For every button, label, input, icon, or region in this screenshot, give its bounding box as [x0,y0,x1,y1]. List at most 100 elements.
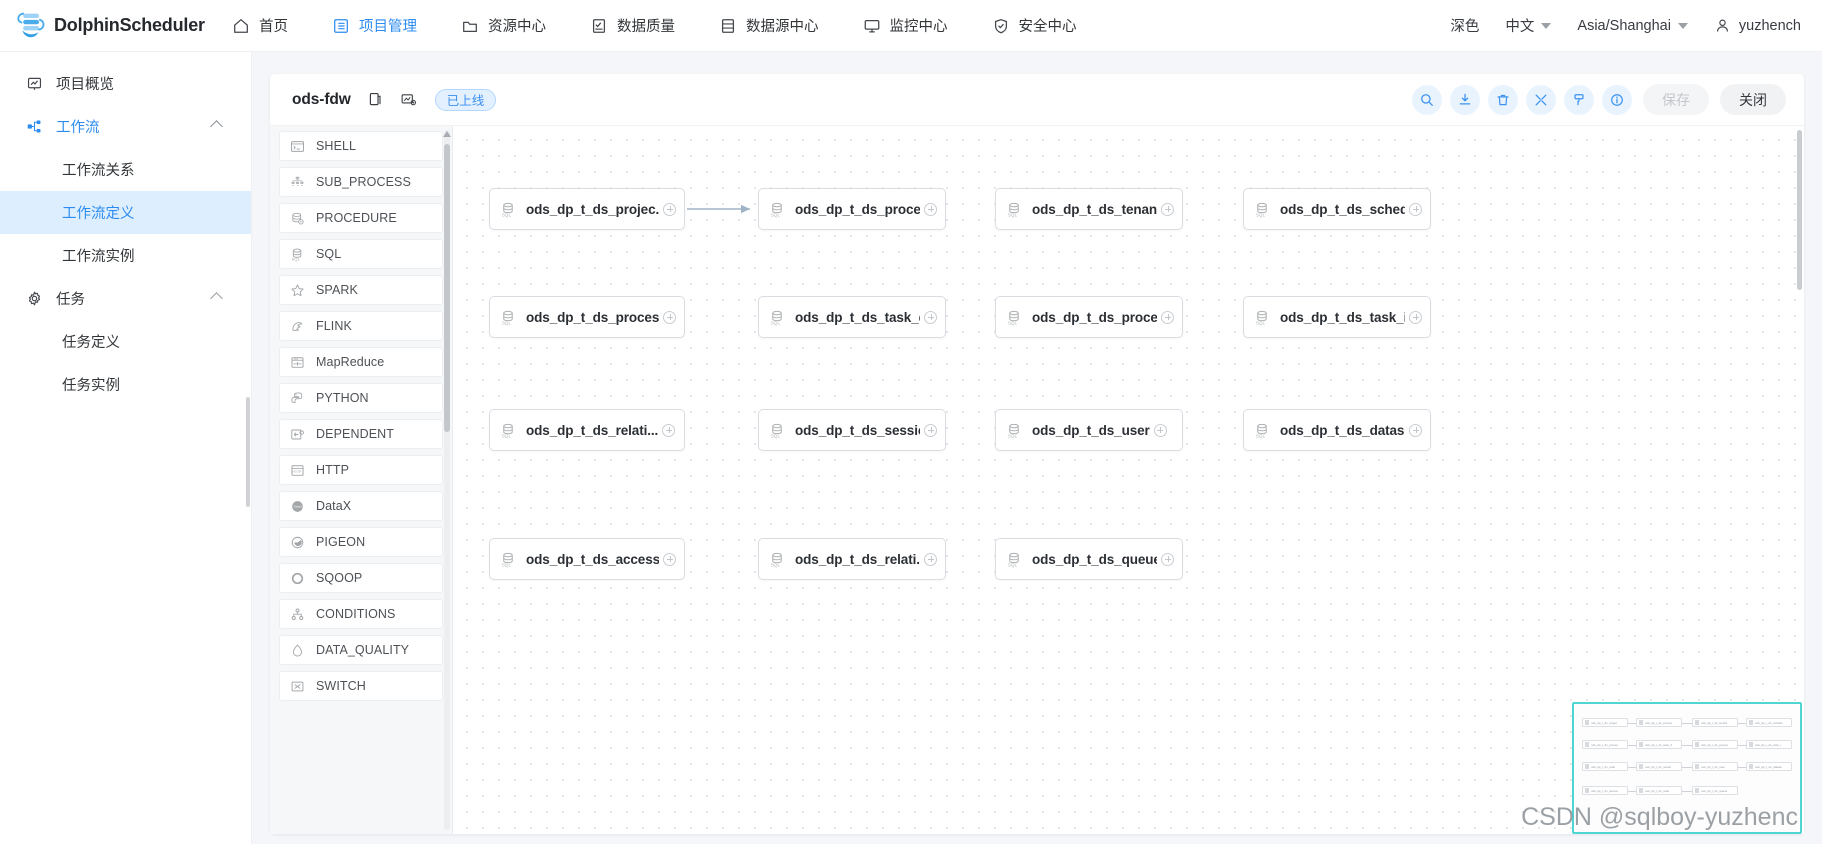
dag-node[interactable]: SQL ods_dp_t_ds_dataso. [1243,409,1431,451]
node-add-port-icon[interactable] [1409,310,1422,324]
dag-node[interactable]: SQL ods_dp_t_ds_schedu. [1243,188,1431,230]
dag-node[interactable]: SQL ods_dp_t_ds_projec. [489,188,685,230]
sidebar-item-task-definition[interactable]: 任务定义 [0,320,251,363]
task-type-python[interactable]: PYTHON [279,383,443,413]
save-button[interactable]: 保存 [1643,84,1709,115]
trash-icon[interactable] [1488,84,1518,115]
dag-node[interactable]: SQL ods_dp_t_ds_proces. [758,188,946,230]
dag-node[interactable]: SQL ods_dp_t_ds_task_i... [1243,296,1431,338]
task-type-switch[interactable]: SWITCH [279,671,443,701]
minimap-node: ods_dp_t_ds_proces [1582,740,1628,749]
nav-item-monitor[interactable]: 监控中心 [841,0,970,52]
node-add-port-icon[interactable] [1153,423,1167,437]
sidebar-item-task-instance[interactable]: 任务实例 [0,363,251,406]
sidebar-item-workflow-instance[interactable]: 工作流实例 [0,234,251,277]
node-add-port-icon[interactable] [1409,423,1422,437]
canvas-scrollbar[interactable] [1797,130,1802,290]
node-add-port-icon[interactable] [663,552,676,566]
dag-node[interactable]: SQL ods_dp_t_ds_access. [489,538,685,580]
node-add-port-icon[interactable] [662,423,676,437]
task-type-label: SPARK [316,283,358,297]
minimap-edge [1628,790,1636,792]
task-type-spark[interactable]: SPARK [279,275,443,305]
download-icon[interactable] [1450,84,1480,115]
node-add-port-icon[interactable] [924,423,937,437]
node-add-port-icon[interactable] [1161,310,1174,324]
format-layout-icon[interactable] [1564,84,1594,115]
brand[interactable]: DolphinScheduler [0,11,210,41]
dag-node[interactable]: SQL ods_dp_t_ds_user [995,409,1183,451]
svg-text:SQL: SQL [771,562,781,567]
task-type-data-quality[interactable]: DATA_QUALITY [279,635,443,665]
shrink-icon[interactable] [1526,84,1556,115]
node-add-port-icon[interactable] [924,310,937,324]
dag-node[interactable]: SQL ods_dp_t_ds_relati... [758,538,946,580]
dag-node[interactable]: SQL ods_dp_t_ds_task_d. [758,296,946,338]
dag-node[interactable]: SQL ods_dp_t_ds_queue [995,538,1183,580]
node-add-port-icon[interactable] [663,202,676,216]
nav-item-resources[interactable]: 资源中心 [439,0,568,52]
minimap-node-label: ods_dp_t_ds_queue [1701,788,1728,793]
svg-text:SQL: SQL [771,320,781,325]
task-type-datax[interactable]: DataX DataX [279,491,443,521]
task-type-sub-process[interactable]: SUB_PROCESS [279,167,443,197]
chevron-up-icon[interactable] [443,131,451,137]
sidebar-scrollbar[interactable] [246,397,250,507]
sidebar-item-workflow-relation[interactable]: 工作流关系 [0,148,251,191]
dag-node[interactable]: SQL ods_dp_t_ds_relati... [489,409,685,451]
copy-icon[interactable] [367,91,384,108]
close-button[interactable]: 关闭 [1720,84,1786,115]
palette-scrollbar[interactable] [444,144,450,432]
nav-item-project-management[interactable]: 项目管理 [310,0,439,52]
sidebar-group-task[interactable]: 任务 [0,277,251,320]
dag-node-label: ods_dp_t_ds_task_d. [795,309,920,325]
task-type-shell[interactable]: SHELL [279,131,443,161]
dag-node[interactable]: SQL ods_dp_t_ds_proces. [489,296,685,338]
version-graph-icon[interactable] [400,91,417,108]
dag-node-label: ods_dp_t_ds_sessio. [795,422,920,438]
language-select[interactable]: 中文 [1492,15,1564,36]
task-type-pigeon[interactable]: PIGEON [279,527,443,557]
task-type-sql[interactable]: SQL SQL [279,239,443,269]
nav-item-security[interactable]: 安全中心 [970,0,1099,52]
node-add-port-icon[interactable] [924,552,937,566]
node-add-port-icon[interactable] [663,310,676,324]
task-type-http[interactable]: HTTP HTTP [279,455,443,485]
chevron-up-icon [210,292,223,305]
dag-node[interactable]: SQL ods_dp_t_ds_sessio. [758,409,946,451]
task-type-dependent[interactable]: DEPENDENT [279,419,443,449]
node-add-port-icon[interactable] [1161,552,1174,566]
minimap-edge [1628,744,1636,746]
main-content: ods-fdw 已上线 保存 关闭 SHELL SUB_PROCESS PROC… [252,52,1822,844]
timezone-select[interactable]: Asia/Shanghai [1564,18,1701,34]
task-type-conditions[interactable]: CONDITIONS [279,599,443,629]
sidebar-item-workflow-definition[interactable]: 工作流定义 [0,191,251,234]
dag-canvas[interactable]: SQL ods_dp_t_ds_projec. SQL ods_dp_t_ds_pro… [453,126,1804,834]
node-add-port-icon[interactable] [1161,202,1174,216]
dag-node[interactable]: SQL ods_dp_t_ds_proces. [995,296,1183,338]
chevron-up-icon [210,120,223,133]
task-type-sqoop[interactable]: SQOOP [279,563,443,593]
info-icon[interactable] [1602,84,1632,115]
svg-text:SQL: SQL [1256,212,1266,217]
task-type-flink[interactable]: FLINK [279,311,443,341]
task-type-procedure[interactable]: PROCEDURE [279,203,443,233]
dag-node[interactable]: SQL ods_dp_t_ds_tenant [995,188,1183,230]
sidebar-item-project-overview[interactable]: 项目概览 [0,62,251,105]
task-type-mapreduce[interactable]: MR MapReduce [279,347,443,377]
sidebar-group-workflow[interactable]: 工作流 [0,105,251,148]
node-add-port-icon[interactable] [924,202,937,216]
dag-node-label: ods_dp_t_ds_proces. [526,309,659,325]
sidebar-item-label: 项目概览 [56,77,114,93]
theme-toggle[interactable]: 深色 [1437,15,1492,36]
svg-text:DataX: DataX [294,504,303,508]
minimap-node-label: ods_dp_t_ds_access [1591,788,1619,793]
user-icon [1714,17,1732,35]
node-add-port-icon[interactable] [1409,202,1422,216]
task-type-label: HTTP [316,463,350,477]
nav-item-data-quality[interactable]: 数据质量 [568,0,697,52]
nav-item-datasource[interactable]: 数据源中心 [697,0,841,52]
nav-item-home[interactable]: 首页 [210,0,310,52]
user-menu[interactable]: yuzhench [1701,17,1814,35]
search-icon[interactable] [1412,84,1442,115]
